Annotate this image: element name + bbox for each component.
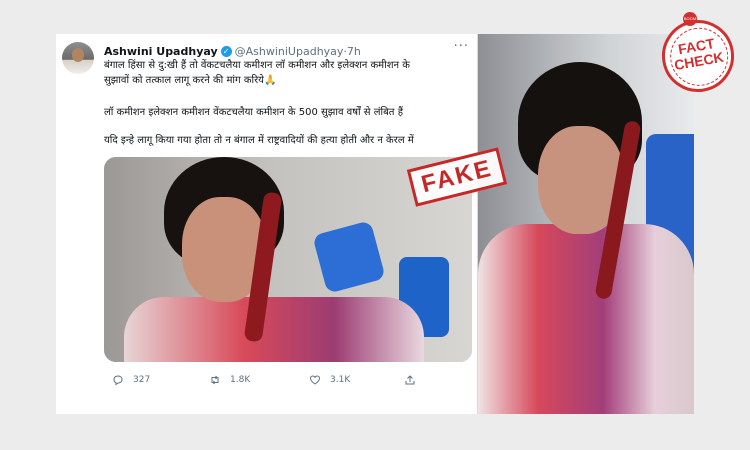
retweet-icon xyxy=(211,375,219,385)
boom-logo: BOOM xyxy=(683,12,697,26)
more-icon[interactable]: ··· xyxy=(454,39,469,54)
tweet-header: Ashwini Upadhyay ✓ @AshwiniUpadhyay · 7h xyxy=(104,43,464,59)
reply-action[interactable]: 327 xyxy=(112,374,150,386)
tweet-text-line-2: सुझावों को तत्काल लागू करने की मांग करिय… xyxy=(104,73,472,88)
tweet-text-line-3: लॉ कमीशन इलेक्शन कमीशन वेंकटचलैया कमीशन … xyxy=(104,107,404,118)
verified-icon: ✓ xyxy=(220,45,232,57)
retweet-action[interactable]: 1.8K xyxy=(209,374,250,386)
author-name[interactable]: Ashwini Upadhyay xyxy=(104,45,218,58)
folded-hands-emoji: 🙏 xyxy=(263,75,277,86)
media-person-body xyxy=(124,297,424,362)
avatar[interactable] xyxy=(62,42,94,74)
photo-person-body xyxy=(478,224,694,414)
tweet-actions: 327 1.8K 3.1K xyxy=(104,374,472,390)
tweet-text-line-1: बंगाल हिंसा से दु:खी हैं तो वेंकटचलैया क… xyxy=(104,60,410,71)
share-icon xyxy=(405,375,415,385)
share-action[interactable] xyxy=(404,374,425,386)
comparison-photo xyxy=(478,34,694,414)
tweet-text-line-4: यदि इन्हे लागू किया गया होता तो न बंगाल … xyxy=(104,135,414,146)
like-icon xyxy=(309,375,321,385)
reply-count: 327 xyxy=(133,375,151,385)
like-action[interactable]: 3.1K xyxy=(309,374,350,386)
reply-icon xyxy=(113,375,123,386)
retweet-count: 1.8K xyxy=(230,375,251,385)
tweet-time[interactable]: 7h xyxy=(347,45,361,58)
tweet-text-line-2-content: सुझावों को तत्काल लागू करने की मांग करिय… xyxy=(104,75,264,86)
author-handle[interactable]: @AshwiniUpadhyay xyxy=(235,45,344,58)
like-count: 3.1K xyxy=(330,375,351,385)
tweet-card: Ashwini Upadhyay ✓ @AshwiniUpadhyay · 7h… xyxy=(56,34,478,414)
